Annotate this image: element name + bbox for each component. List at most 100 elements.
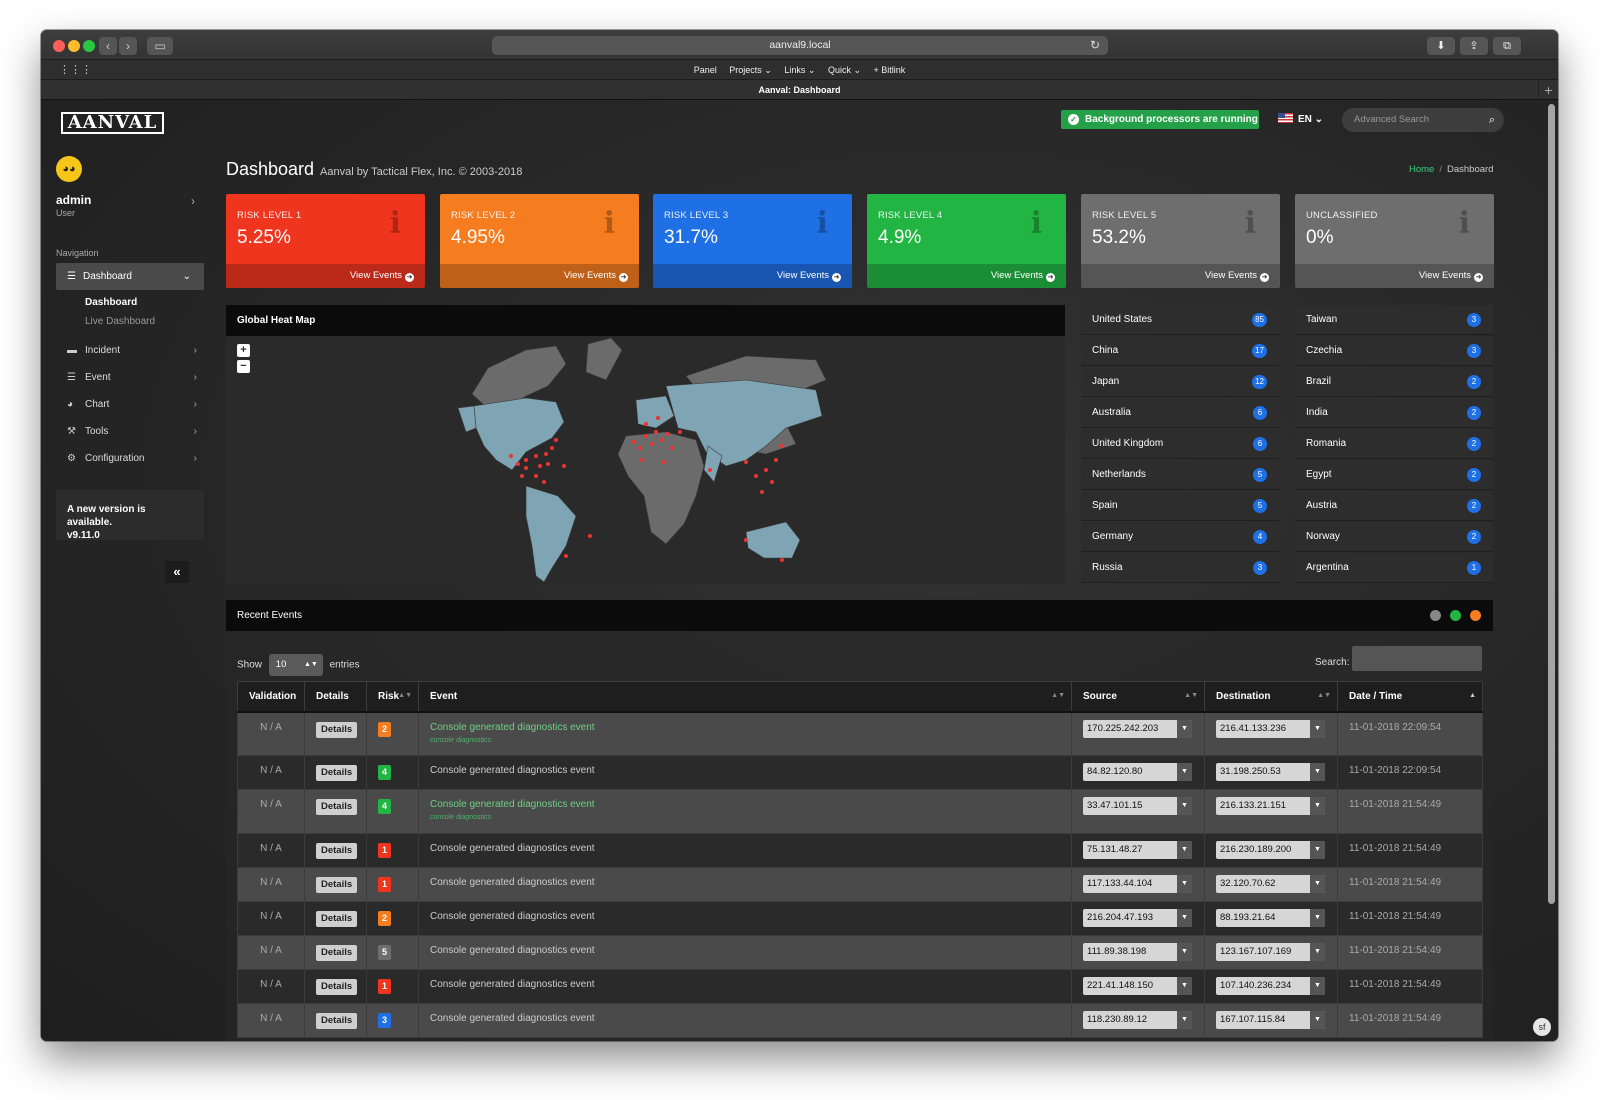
destination-ip-dropdown[interactable]: 216.133.21.151 ▼: [1216, 797, 1325, 815]
col-destination[interactable]: Destination ▲▼: [1204, 681, 1338, 713]
view-events-link[interactable]: View Events ➜: [440, 264, 639, 288]
subnav-dashboard[interactable]: Dashboard: [85, 297, 137, 308]
subnav-live-dashboard[interactable]: Live Dashboard: [85, 316, 155, 327]
download-icon[interactable]: ⬇: [1427, 37, 1455, 55]
list-item[interactable]: India 2: [1295, 398, 1493, 428]
list-item[interactable]: Czechia 3: [1295, 336, 1493, 366]
details-button[interactable]: Details: [316, 911, 358, 927]
col-datetime[interactable]: Date / Time ▲: [1337, 681, 1483, 713]
fav-bitlink[interactable]: + Bitlink: [874, 65, 906, 75]
list-item[interactable]: Egypt 2: [1295, 460, 1493, 490]
list-item[interactable]: United States 85: [1081, 305, 1279, 335]
refresh-icon[interactable]: [1450, 610, 1461, 621]
status-badge[interactable]: ✓ Background processors are running: [1061, 110, 1259, 129]
close-window-icon[interactable]: [53, 40, 65, 52]
details-button[interactable]: Details: [316, 1013, 358, 1029]
destination-ip-dropdown[interactable]: 216.41.133.236 ▼: [1216, 719, 1325, 738]
destination-ip-dropdown[interactable]: 88.193.21.64 ▼: [1216, 909, 1325, 927]
breadcrumb-home[interactable]: Home: [1409, 164, 1434, 175]
details-button[interactable]: Details: [316, 979, 358, 995]
list-item[interactable]: Spain 5: [1081, 491, 1279, 521]
sidebar-item-incident[interactable]: ▬ Incident ›: [67, 342, 207, 360]
details-button[interactable]: Details: [316, 721, 358, 738]
collapse-sidebar-icon[interactable]: «: [165, 561, 189, 583]
view-events-link[interactable]: View Events ➜: [867, 264, 1066, 288]
list-item[interactable]: Japan 12: [1081, 367, 1279, 397]
fav-links[interactable]: Links ⌄: [784, 65, 815, 75]
user-name[interactable]: admin: [56, 193, 91, 207]
destination-ip-dropdown[interactable]: 31.198.250.53 ▼: [1216, 763, 1325, 781]
details-button[interactable]: Details: [316, 877, 358, 893]
new-tab-icon[interactable]: +: [1538, 80, 1558, 100]
expand-icon[interactable]: [1430, 610, 1441, 621]
fav-quick[interactable]: Quick ⌄: [828, 65, 861, 75]
destination-ip-dropdown[interactable]: 123.167.107.169 ▼: [1216, 943, 1325, 961]
col-validation[interactable]: Validation: [237, 681, 305, 713]
page-scrollbar[interactable]: [1548, 104, 1555, 904]
entries-select[interactable]: 10 ▲▼: [268, 654, 323, 676]
version-notice[interactable]: A new version is available. v9.11.0: [56, 490, 204, 541]
maximize-window-icon[interactable]: [83, 40, 95, 52]
view-events-link[interactable]: View Events ➜: [1295, 264, 1494, 288]
source-ip-dropdown[interactable]: 216.204.47.193 ▼: [1083, 909, 1192, 927]
minimize-window-icon[interactable]: [68, 40, 80, 52]
forward-icon[interactable]: ›: [119, 37, 137, 55]
details-button[interactable]: Details: [316, 843, 358, 859]
sidebar-toggle-icon[interactable]: ▭: [147, 37, 173, 55]
logo[interactable]: AANVAL: [61, 112, 164, 134]
tabs-overview-icon[interactable]: ⧉: [1493, 37, 1521, 55]
view-events-link[interactable]: View Events ➜: [226, 264, 425, 288]
source-ip-dropdown[interactable]: 170.225.242.203 ▼: [1083, 719, 1192, 738]
heatmap-map[interactable]: + −: [226, 336, 1065, 584]
grid-icon[interactable]: ⋮⋮⋮: [59, 60, 92, 80]
list-item[interactable]: Taiwan 3: [1295, 305, 1493, 335]
list-item[interactable]: Austria 2: [1295, 491, 1493, 521]
avatar[interactable]: ◕◕: [56, 156, 82, 182]
destination-ip-dropdown[interactable]: 107.140.236.234 ▼: [1216, 977, 1325, 995]
source-ip-dropdown[interactable]: 84.82.120.80 ▼: [1083, 763, 1192, 781]
list-item[interactable]: Norway 2: [1295, 522, 1493, 552]
destination-ip-dropdown[interactable]: 167.107.115.84 ▼: [1216, 1011, 1325, 1029]
symfony-icon[interactable]: sf: [1533, 1018, 1551, 1036]
col-risk[interactable]: Risk ▲▼: [366, 681, 419, 713]
view-events-link[interactable]: View Events ➜: [1081, 264, 1280, 288]
source-ip-dropdown[interactable]: 111.89.38.198 ▼: [1083, 943, 1192, 961]
source-ip-dropdown[interactable]: 117.133.44.104 ▼: [1083, 875, 1192, 893]
event-name[interactable]: Console generated diagnostics event: [430, 722, 1071, 733]
fav-panel[interactable]: Panel: [694, 65, 717, 75]
chevron-right-icon[interactable]: ›: [191, 194, 195, 208]
list-item[interactable]: Russia 3: [1081, 553, 1279, 583]
sidebar-item-event[interactable]: ☰ Event ›: [67, 369, 207, 387]
collapse-panel-icon[interactable]: [1470, 610, 1481, 621]
destination-ip-dropdown[interactable]: 32.120.70.62 ▼: [1216, 875, 1325, 893]
details-button[interactable]: Details: [316, 799, 358, 815]
source-ip-dropdown[interactable]: 221.41.148.150 ▼: [1083, 977, 1192, 995]
share-icon[interactable]: ⇪: [1460, 37, 1488, 55]
list-item[interactable]: Germany 4: [1081, 522, 1279, 552]
details-button[interactable]: Details: [316, 765, 358, 781]
source-ip-dropdown[interactable]: 118.230.89.12 ▼: [1083, 1011, 1192, 1029]
table-search-input[interactable]: [1352, 646, 1482, 671]
col-event[interactable]: Event ▲▼: [418, 681, 1072, 713]
source-ip-dropdown[interactable]: 75.131.48.27 ▼: [1083, 841, 1192, 859]
source-ip-dropdown[interactable]: 33.47.101.15 ▼: [1083, 797, 1192, 815]
list-item[interactable]: Brazil 2: [1295, 367, 1493, 397]
sidebar-item-configuration[interactable]: ⚙ Configuration ›: [67, 450, 207, 468]
sidebar-item-tools[interactable]: ⚒ Tools ›: [67, 423, 207, 441]
sidebar-item-chart[interactable]: ◕ Chart ›: [67, 396, 207, 414]
language-selector[interactable]: EN ⌄: [1278, 113, 1323, 125]
back-icon[interactable]: ‹: [99, 37, 117, 55]
details-button[interactable]: Details: [316, 945, 358, 961]
list-item[interactable]: Netherlands 5: [1081, 460, 1279, 490]
destination-ip-dropdown[interactable]: 216.230.189.200 ▼: [1216, 841, 1325, 859]
tab-title[interactable]: Aanval: Dashboard: [758, 85, 840, 95]
list-item[interactable]: China 17: [1081, 336, 1279, 366]
list-item[interactable]: Romania 2: [1295, 429, 1493, 459]
address-bar[interactable]: aanval9.local ↻: [492, 36, 1108, 55]
event-name[interactable]: Console generated diagnostics event: [430, 799, 1071, 810]
search-icon[interactable]: ⌕: [1489, 108, 1495, 132]
list-item[interactable]: Australia 6: [1081, 398, 1279, 428]
list-item[interactable]: Argentina 1: [1295, 553, 1493, 583]
advanced-search-input[interactable]: Advanced Search ⌕: [1342, 108, 1504, 132]
reload-icon[interactable]: ↻: [1090, 36, 1100, 55]
